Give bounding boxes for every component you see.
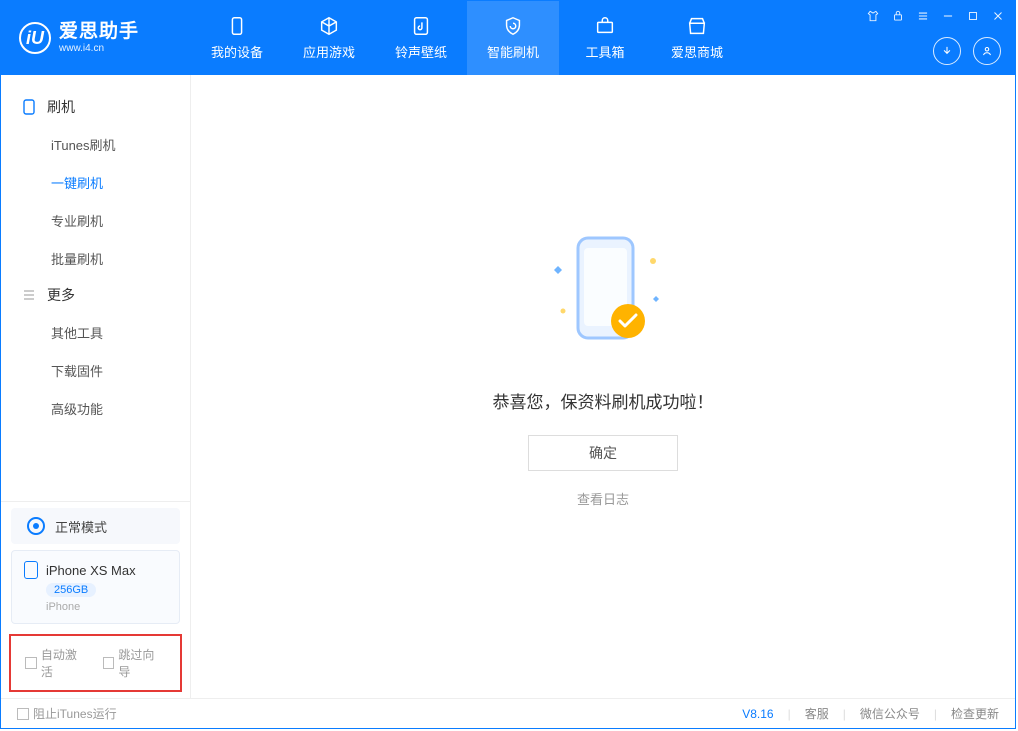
footer-left: 阻止iTunes运行 (17, 705, 117, 722)
music-file-icon (410, 15, 432, 37)
device-phone-icon (24, 561, 38, 579)
device-card[interactable]: iPhone XS Max 256GB iPhone (11, 550, 180, 624)
app-logo-icon: iU (19, 22, 51, 54)
separator: | (843, 707, 846, 721)
nav-firmware[interactable]: 下载固件 (1, 351, 190, 389)
success-hero: 恭喜您，保资料刷机成功啦！ 确定 查看日志 (493, 226, 714, 508)
checkbox-label: 阻止iTunes运行 (33, 705, 117, 722)
wechat-link[interactable]: 微信公众号 (860, 705, 920, 722)
mode-dot-icon (27, 517, 45, 535)
toolbox-icon (594, 15, 616, 37)
tab-label: 铃声壁纸 (395, 42, 447, 61)
tab-my-device[interactable]: 我的设备 (191, 1, 283, 75)
phone-icon (226, 15, 248, 37)
tab-store[interactable]: 爱思商城 (651, 1, 743, 75)
cube-icon (318, 15, 340, 37)
user-button[interactable] (973, 37, 1001, 65)
mode-label: 正常模式 (55, 517, 107, 536)
checkbox-icon (103, 657, 115, 669)
main-content: 恭喜您，保资料刷机成功啦！ 确定 查看日志 (191, 75, 1015, 698)
refresh-shield-icon (502, 15, 524, 37)
flash-options-row: 自动激活 跳过向导 (9, 634, 182, 692)
checkbox-block-itunes[interactable]: 阻止iTunes运行 (17, 705, 117, 722)
check-update-link[interactable]: 检查更新 (951, 705, 999, 722)
header-actions (933, 37, 1001, 65)
tab-flash[interactable]: 智能刷机 (467, 1, 559, 75)
checkbox-skip-guide[interactable]: 跳过向导 (103, 646, 167, 680)
tab-label: 我的设备 (211, 42, 263, 61)
app-title: 爱思助手 (59, 22, 139, 43)
logo-text: 爱思助手 www.i4.cn (59, 22, 139, 54)
checkbox-icon (17, 708, 29, 720)
device-name: iPhone XS Max (46, 563, 136, 578)
checkbox-auto-activate[interactable]: 自动激活 (25, 646, 89, 680)
download-button[interactable] (933, 37, 961, 65)
shirt-icon[interactable] (862, 5, 884, 27)
logo-area: iU 爱思助手 www.i4.cn (1, 1, 191, 75)
device-capacity-badge: 256GB (46, 583, 96, 597)
main-tabs: 我的设备 应用游戏 铃声壁纸 智能刷机 工具箱 爱思商城 (191, 1, 743, 75)
nav: 刷机 iTunes刷机 一键刷机 专业刷机 批量刷机 更多 其他工具 下载固件 … (1, 75, 190, 427)
checkbox-label: 跳过向导 (118, 646, 166, 680)
tab-label: 爱思商城 (671, 42, 723, 61)
tab-label: 工具箱 (585, 42, 624, 61)
support-link[interactable]: 客服 (805, 705, 829, 722)
device-area: 正常模式 iPhone XS Max 256GB iPhone 自动激活 (1, 501, 190, 698)
checkbox-label: 自动激活 (41, 646, 89, 680)
close-button[interactable] (987, 5, 1009, 27)
nav-pro-flash[interactable]: 专业刷机 (1, 201, 190, 239)
separator: | (934, 707, 937, 721)
view-log-link[interactable]: 查看日志 (577, 489, 629, 508)
tab-label: 智能刷机 (487, 42, 539, 61)
ok-button[interactable]: 确定 (528, 435, 678, 471)
app-subtitle: www.i4.cn (59, 43, 139, 54)
tab-toolbox[interactable]: 工具箱 (559, 1, 651, 75)
minimize-button[interactable] (937, 5, 959, 27)
success-message: 恭喜您，保资料刷机成功啦！ (493, 388, 714, 413)
nav-group-flash: 刷机 (1, 89, 190, 125)
tab-ringtones[interactable]: 铃声壁纸 (375, 1, 467, 75)
footer-bar: 阻止iTunes运行 V8.16 | 客服 | 微信公众号 | 检查更新 (1, 698, 1015, 728)
window-controls (862, 5, 1009, 27)
phone-small-icon (23, 99, 37, 115)
menu-icon[interactable] (912, 5, 934, 27)
mode-status[interactable]: 正常模式 (11, 508, 180, 544)
app-window: iU 爱思助手 www.i4.cn 我的设备 应用游戏 铃声壁纸 智能刷机 (0, 0, 1016, 729)
nav-batch-flash[interactable]: 批量刷机 (1, 239, 190, 277)
device-type: iPhone (46, 601, 167, 613)
body: 刷机 iTunes刷机 一键刷机 专业刷机 批量刷机 更多 其他工具 下载固件 … (1, 75, 1015, 698)
success-illustration-icon (528, 226, 678, 366)
shop-icon (686, 15, 708, 37)
maximize-button[interactable] (962, 5, 984, 27)
nav-oneclick-flash[interactable]: 一键刷机 (1, 163, 190, 201)
lock-icon[interactable] (887, 5, 909, 27)
device-name-row: iPhone XS Max (24, 561, 167, 579)
nav-advanced[interactable]: 高级功能 (1, 389, 190, 427)
group-label: 刷机 (47, 97, 75, 117)
list-icon (23, 289, 37, 301)
nav-group-more: 更多 (1, 277, 190, 313)
separator: | (788, 707, 791, 721)
footer-right: V8.16 | 客服 | 微信公众号 | 检查更新 (742, 705, 999, 722)
tab-label: 应用游戏 (303, 42, 355, 61)
version-label: V8.16 (742, 707, 773, 721)
group-label: 更多 (47, 285, 75, 305)
sidebar: 刷机 iTunes刷机 一键刷机 专业刷机 批量刷机 更多 其他工具 下载固件 … (1, 75, 191, 698)
checkbox-icon (25, 657, 37, 669)
nav-other-tools[interactable]: 其他工具 (1, 313, 190, 351)
header-bar: iU 爱思助手 www.i4.cn 我的设备 应用游戏 铃声壁纸 智能刷机 (1, 1, 1015, 75)
nav-itunes-flash[interactable]: iTunes刷机 (1, 125, 190, 163)
tab-apps[interactable]: 应用游戏 (283, 1, 375, 75)
